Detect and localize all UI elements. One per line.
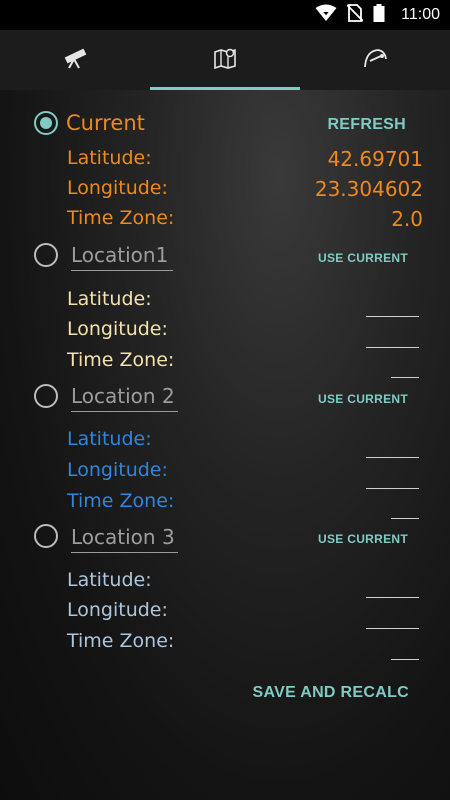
- location1-latitude-input[interactable]: [366, 316, 419, 317]
- map-pin-icon: [214, 47, 236, 73]
- location3-longitude-label: Longitude:: [67, 599, 168, 621]
- clock: 11:00: [401, 6, 440, 23]
- location1-latitude-label: Latitude:: [67, 288, 152, 310]
- location3-latitude-label: Latitude:: [67, 569, 152, 591]
- tab-orbit[interactable]: [300, 30, 450, 90]
- location3-name-input[interactable]: Location 3: [71, 523, 178, 553]
- current-label: Current: [66, 111, 145, 135]
- location1-name-input[interactable]: Location1: [71, 241, 173, 271]
- status-bar: 11:00: [0, 0, 450, 30]
- current-latitude-value: 42.69701: [327, 147, 423, 171]
- current-latitude-label: Latitude:: [67, 147, 152, 169]
- tab-location[interactable]: [150, 30, 300, 90]
- location2-timezone-label: Time Zone:: [67, 490, 175, 512]
- refresh-button[interactable]: REFRESH: [327, 116, 406, 134]
- location1-longitude-label: Longitude:: [67, 318, 168, 340]
- location2-radio[interactable]: [34, 384, 58, 408]
- location1-longitude-input[interactable]: [366, 347, 419, 348]
- location1-timezone-input[interactable]: [391, 377, 419, 378]
- current-radio[interactable]: [34, 111, 58, 135]
- current-longitude-value: 23.304602: [314, 177, 423, 201]
- location2-longitude-input[interactable]: [366, 488, 419, 489]
- current-timezone-value: 2.0: [391, 207, 423, 231]
- tab-telescope[interactable]: [0, 30, 150, 90]
- location3-longitude-input[interactable]: [366, 628, 419, 629]
- save-and-recalc-button[interactable]: SAVE AND RECALC: [252, 684, 409, 702]
- location3-radio[interactable]: [34, 524, 58, 548]
- telescope-icon: [63, 47, 87, 73]
- battery-icon: [373, 4, 385, 26]
- location3-use-current-button[interactable]: USE CURRENT: [318, 532, 408, 546]
- current-longitude-label: Longitude:: [67, 177, 168, 199]
- location3-timezone-label: Time Zone:: [67, 630, 175, 652]
- wifi-icon: [315, 4, 337, 26]
- no-sim-icon: [346, 4, 364, 26]
- orbit-icon: [362, 47, 388, 73]
- location1-radio[interactable]: [34, 243, 58, 267]
- tab-bar: [0, 30, 450, 90]
- location2-name-input[interactable]: Location 2: [71, 382, 178, 412]
- location3-latitude-input[interactable]: [366, 597, 419, 598]
- location2-latitude-label: Latitude:: [67, 428, 152, 450]
- current-timezone-label: Time Zone:: [67, 207, 175, 229]
- location2-use-current-button[interactable]: USE CURRENT: [318, 392, 408, 406]
- location3-timezone-input[interactable]: [391, 659, 419, 660]
- location1-timezone-label: Time Zone:: [67, 349, 175, 371]
- location2-latitude-input[interactable]: [366, 457, 419, 458]
- location2-timezone-input[interactable]: [391, 518, 419, 519]
- location2-longitude-label: Longitude:: [67, 459, 168, 481]
- location1-use-current-button[interactable]: USE CURRENT: [318, 251, 408, 265]
